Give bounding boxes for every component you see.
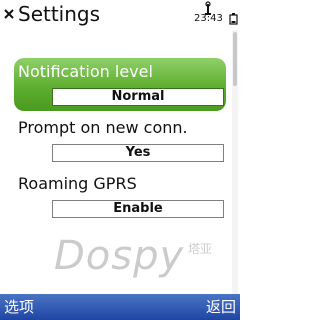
setting-prompt-new-conn[interactable]: Prompt on new conn. Yes bbox=[0, 118, 232, 164]
setting-value-field[interactable]: Enable bbox=[52, 200, 224, 218]
page-title: Settings bbox=[18, 2, 101, 26]
setting-label: Notification level bbox=[18, 62, 153, 81]
setting-value-field[interactable]: Yes bbox=[52, 144, 224, 162]
setting-notification-level[interactable]: Notification level Normal bbox=[14, 58, 226, 111]
status-header: Settings 23:43 bbox=[0, 0, 240, 28]
setting-label: Roaming GPRS bbox=[18, 174, 137, 193]
setting-label: Prompt on new conn. bbox=[18, 118, 188, 137]
softkey-bar: 选项 返回 bbox=[0, 294, 240, 320]
watermark-subtext: 塔亚 bbox=[188, 242, 213, 256]
setting-roaming-gprs[interactable]: Roaming GPRS Enable bbox=[0, 174, 232, 220]
scrollbar-thumb[interactable] bbox=[233, 32, 237, 86]
setting-value-field[interactable]: Normal bbox=[52, 88, 224, 106]
clock: 23:43 bbox=[194, 13, 223, 24]
options-softkey[interactable]: 选项 bbox=[4, 294, 34, 320]
close-icon[interactable] bbox=[3, 7, 15, 21]
back-softkey[interactable]: 返回 bbox=[206, 294, 236, 320]
battery-icon bbox=[229, 13, 238, 25]
watermark: Dospy bbox=[54, 233, 185, 279]
